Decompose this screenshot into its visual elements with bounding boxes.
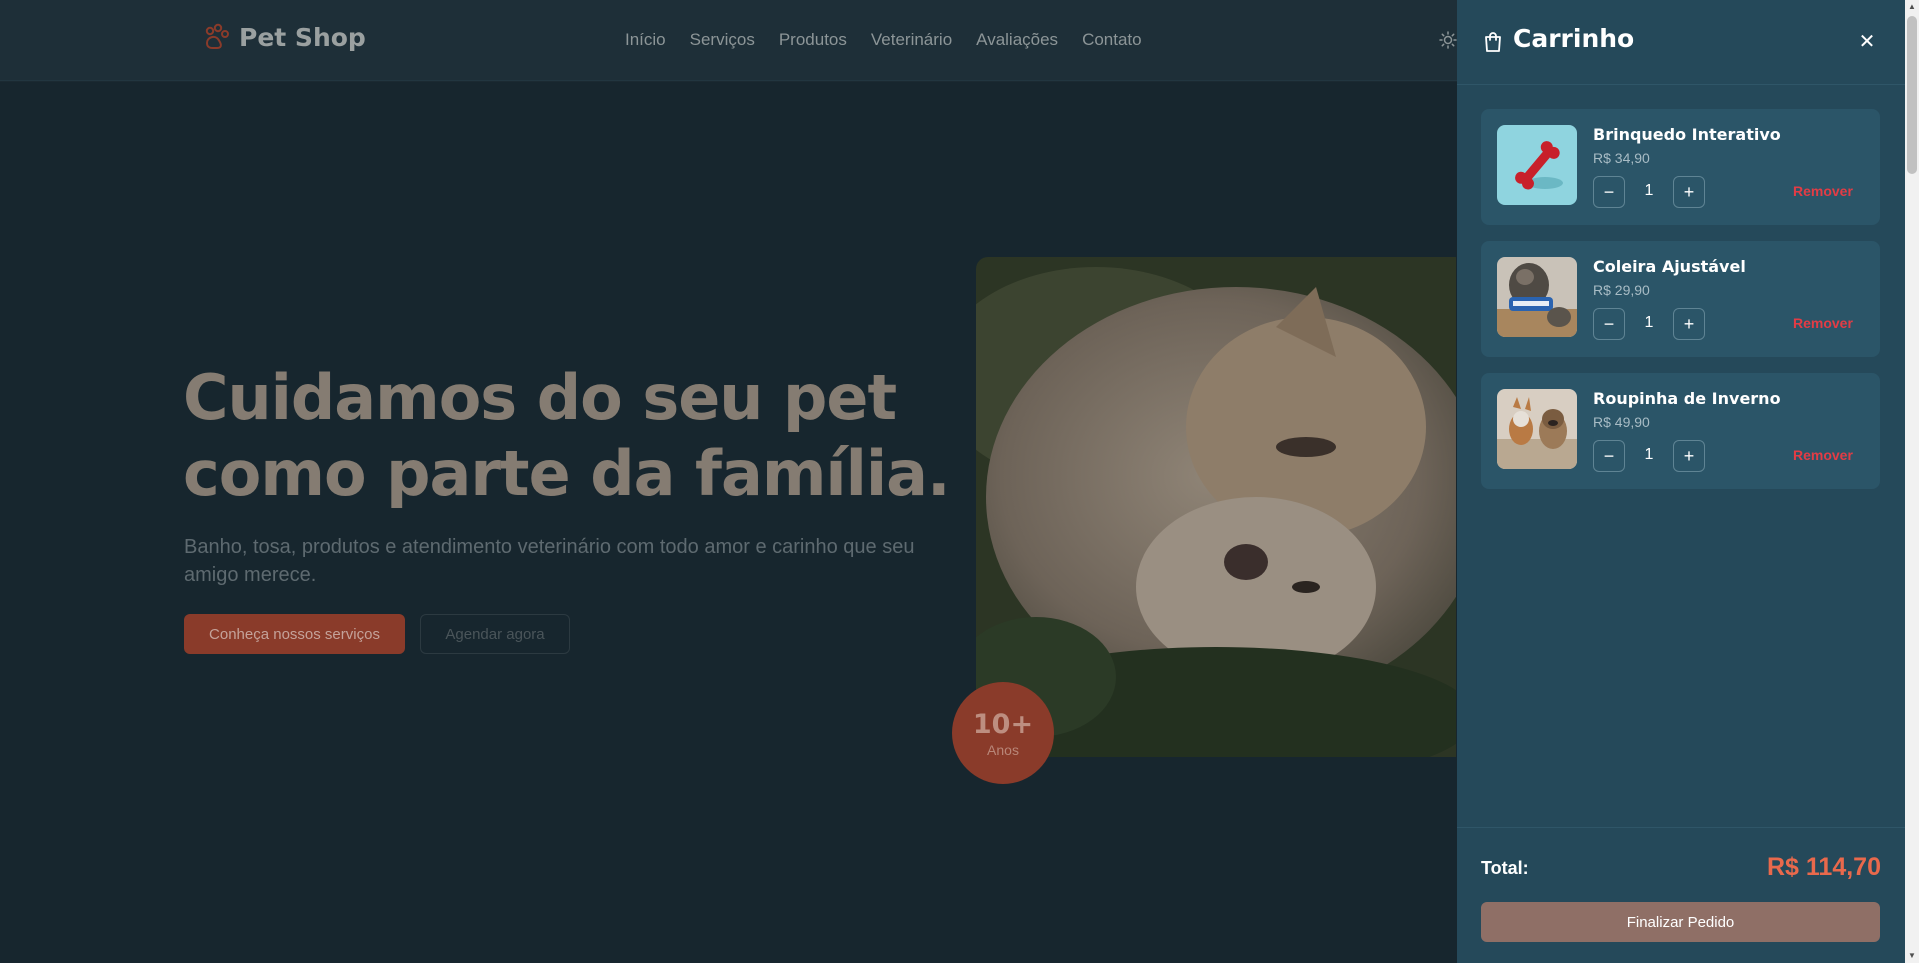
item-quantity: 1 bbox=[1644, 314, 1654, 331]
nav-link-avaliacoes[interactable]: Avaliações bbox=[976, 30, 1058, 50]
product-image-dogs-clothes bbox=[1497, 389, 1577, 469]
increase-quantity-button[interactable]: + bbox=[1673, 440, 1705, 472]
nav-link-veterinario[interactable]: Veterinário bbox=[871, 30, 952, 50]
cart-item: Coleira Ajustável R$ 29,90 − 1 + Remover bbox=[1481, 241, 1880, 357]
decrease-quantity-button[interactable]: − bbox=[1593, 176, 1625, 208]
remove-item-button[interactable]: Remover bbox=[1793, 447, 1853, 463]
scrollbar[interactable]: ▲ ▼ bbox=[1905, 0, 1919, 963]
nav-link-servicos[interactable]: Serviços bbox=[690, 30, 755, 50]
increase-quantity-button[interactable]: + bbox=[1673, 308, 1705, 340]
shopping-bag-icon bbox=[1485, 32, 1501, 52]
product-image-bone-toy bbox=[1497, 125, 1577, 205]
product-image-dog-collar bbox=[1497, 257, 1577, 337]
total-label: Total: bbox=[1481, 858, 1529, 878]
decrease-quantity-button[interactable]: − bbox=[1593, 440, 1625, 472]
paw-icon bbox=[205, 23, 229, 50]
schedule-button[interactable]: Agendar agora bbox=[420, 614, 570, 654]
main-nav: Início Serviços Produtos Veterinário Ava… bbox=[625, 30, 1142, 50]
nav-link-contato[interactable]: Contato bbox=[1082, 30, 1142, 50]
cart-header: Carrinho ✕ bbox=[1457, 0, 1905, 85]
cart-item: Roupinha de Inverno R$ 49,90 − 1 + Remov… bbox=[1481, 373, 1880, 489]
badge-value: 10+ bbox=[972, 708, 1034, 740]
cart-title: Carrinho bbox=[1513, 24, 1635, 53]
years-badge: 10+ Anos bbox=[952, 682, 1054, 784]
scroll-thumb[interactable] bbox=[1907, 16, 1917, 174]
scroll-up-arrow-icon[interactable]: ▲ bbox=[1905, 0, 1919, 14]
remove-item-button[interactable]: Remover bbox=[1793, 315, 1853, 331]
increase-quantity-button[interactable]: + bbox=[1673, 176, 1705, 208]
badge-label: Anos bbox=[987, 741, 1019, 758]
item-name: Brinquedo Interativo bbox=[1593, 125, 1781, 144]
item-price: R$ 34,90 bbox=[1593, 150, 1650, 166]
decrease-quantity-button[interactable]: − bbox=[1593, 308, 1625, 340]
logo[interactable]: Pet Shop bbox=[201, 22, 366, 52]
item-name: Roupinha de Inverno bbox=[1593, 389, 1781, 408]
item-price: R$ 49,90 bbox=[1593, 414, 1650, 430]
hero-image-cat-and-dog bbox=[976, 257, 1456, 757]
item-name: Coleira Ajustável bbox=[1593, 257, 1746, 276]
close-cart-button[interactable]: ✕ bbox=[1855, 30, 1879, 54]
hero-subtitle: Banho, tosa, produtos e atendimento vete… bbox=[184, 536, 915, 586]
scroll-down-arrow-icon[interactable]: ▼ bbox=[1905, 949, 1919, 963]
brand-name: Pet Shop bbox=[239, 22, 366, 52]
close-icon: ✕ bbox=[1858, 31, 1876, 53]
cart-item: Brinquedo Interativo R$ 34,90 − 1 + Remo… bbox=[1481, 109, 1880, 225]
services-button[interactable]: Conheça nossos serviços bbox=[184, 614, 405, 654]
hero-title: Cuidamos do seu pet como parte da famíli… bbox=[183, 361, 951, 510]
total-value: R$ 114,70 bbox=[1767, 853, 1881, 881]
remove-item-button[interactable]: Remover bbox=[1793, 183, 1853, 199]
checkout-button[interactable]: Finalizar Pedido bbox=[1481, 902, 1880, 942]
nav-link-inicio[interactable]: Início bbox=[625, 30, 666, 50]
cart-footer: Total: R$ 114,70 Finalizar Pedido bbox=[1457, 827, 1905, 963]
sun-icon[interactable] bbox=[1439, 31, 1457, 49]
cart-drawer: Carrinho ✕ Brinquedo Interativo R$ 34,90… bbox=[1457, 0, 1905, 963]
nav-link-produtos[interactable]: Produtos bbox=[779, 30, 847, 50]
item-quantity: 1 bbox=[1644, 182, 1654, 199]
item-quantity: 1 bbox=[1644, 446, 1654, 463]
item-price: R$ 29,90 bbox=[1593, 282, 1650, 298]
